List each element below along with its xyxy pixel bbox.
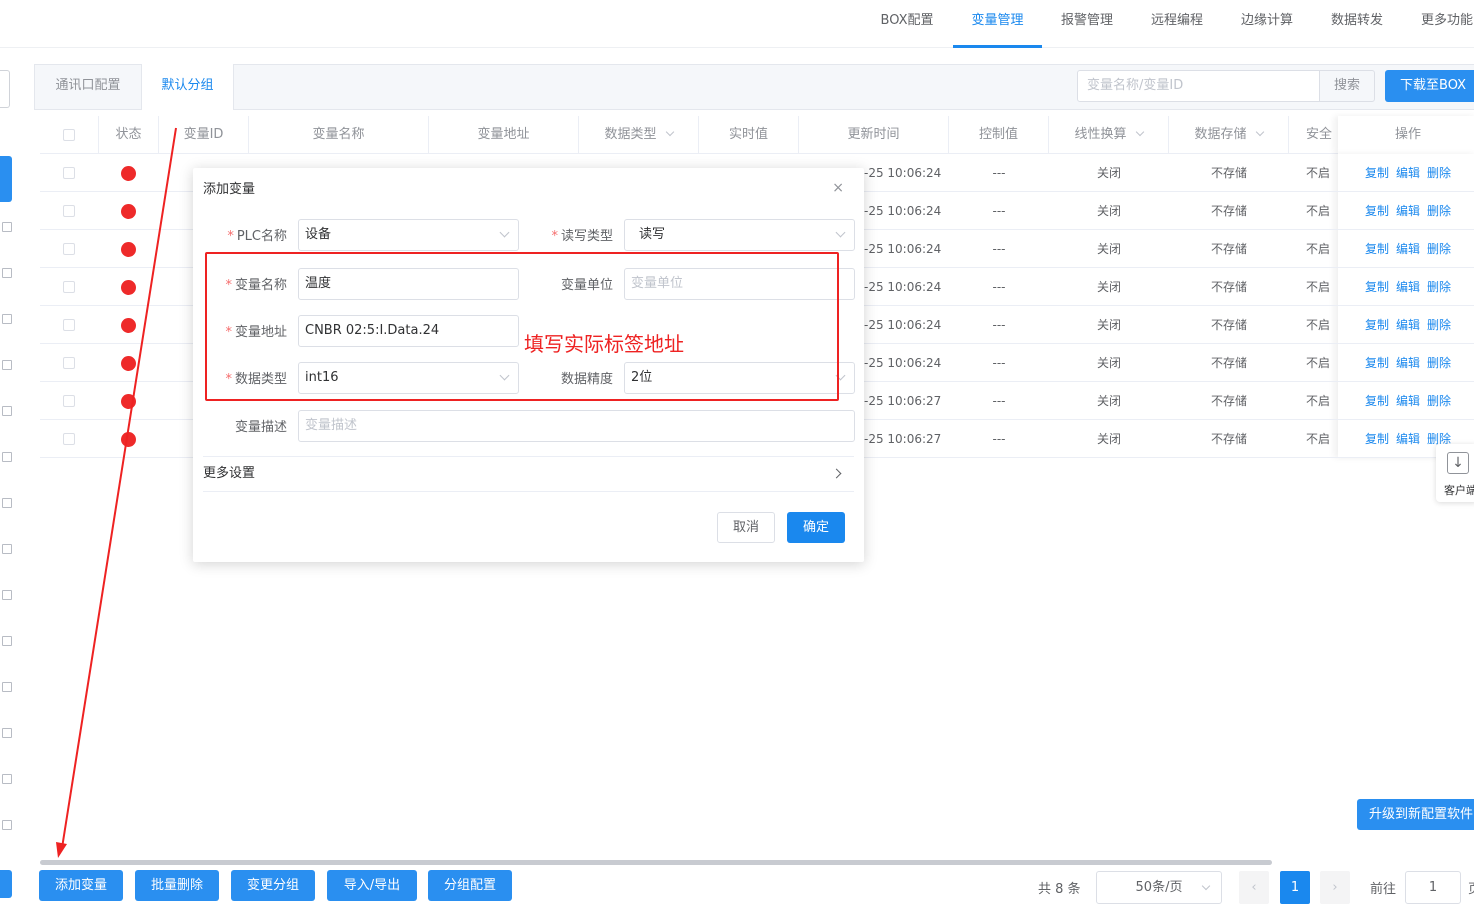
footer-bar: 添加变量 批量删除 变更分组 导入/导出 分组配置 共 8 条 50条/页 ‹ … [0,868,1474,910]
page-number-current[interactable]: 1 [1280,871,1310,904]
annotation-arrow [56,127,177,858]
goto-page-input[interactable]: 1 [1405,871,1461,904]
change-group-button[interactable]: 变更分组 [231,870,315,901]
horizontal-scrollbar[interactable] [40,860,1272,865]
next-page-button[interactable]: › [1320,871,1350,904]
upgrade-config-software-button[interactable]: 升级到新配置软件 [1357,799,1474,830]
import-export-button[interactable]: 导入/导出 [327,870,417,901]
chevron-down-icon [1201,881,1211,891]
page-suffix-label: 页 [1468,878,1474,897]
prev-page-button[interactable]: ‹ [1239,871,1269,904]
annotation-arrow-head [56,842,67,858]
batch-delete-button[interactable]: 批量删除 [135,870,219,901]
goto-label: 前往 [1370,882,1397,897]
group-config-button[interactable]: 分组配置 [428,870,512,901]
add-variable-button[interactable]: 添加变量 [39,870,123,901]
download-icon: ↓ [1447,452,1469,474]
client-download-label: 客户端 [1444,484,1474,497]
annotation-arrow-line [61,127,177,849]
total-count: 共 8 条 [1038,882,1081,897]
client-download-widget[interactable]: ↓ 客户端 [1436,444,1474,502]
page-size-select[interactable]: 50条/页 [1096,871,1222,904]
